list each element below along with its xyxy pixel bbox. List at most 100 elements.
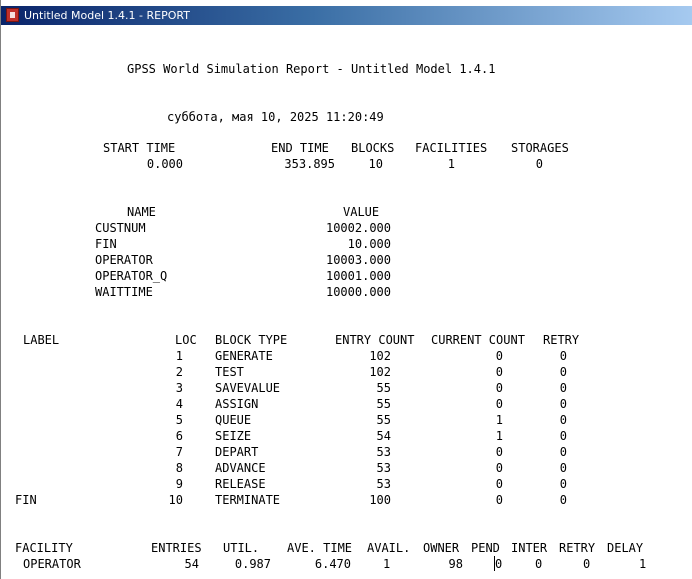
block-row-retry: 0 [559, 397, 567, 411]
block-row-current-count: 0 [495, 365, 503, 379]
block-row-loc: 6 [175, 429, 183, 443]
block-row-current-count: 0 [495, 477, 503, 491]
facility-row-util: 0.987 [234, 557, 271, 571]
name-row-name: OPERATOR [95, 253, 153, 267]
summary-value-start-time: 0.000 [146, 157, 183, 171]
facility-header-retry: RETRY [559, 541, 596, 555]
summary-header-blocks: BLOCKS [351, 141, 395, 155]
block-row-entry-count: 55 [376, 381, 391, 395]
block-row-loc: 5 [175, 413, 183, 427]
summary-header-start-time: START TIME [103, 141, 176, 155]
block-row-label: FIN [15, 493, 37, 507]
blocks-header-block-type: BLOCK TYPE [215, 333, 288, 347]
gpss-report-icon[interactable] [6, 8, 19, 22]
block-row-type: RELEASE [215, 477, 266, 491]
block-row-entry-count: 100 [369, 493, 391, 507]
block-row-current-count: 1 [495, 429, 503, 443]
block-row-retry: 0 [559, 461, 567, 475]
name-row-value: 10003.000 [325, 253, 391, 267]
facility-row-retry: 0 [583, 557, 591, 571]
report-heading: GPSS World Simulation Report - Untitled … [127, 62, 496, 76]
blocks-header-current-count: CURRENT COUNT [431, 333, 525, 347]
facility-row-entries: 54 [184, 557, 199, 571]
blocks-header-retry: RETRY [543, 333, 580, 347]
facility-row-pend: 0 [495, 557, 503, 571]
summary-header-end-time: END TIME [271, 141, 329, 155]
facility-header-ave-time: AVE. TIME [287, 541, 353, 555]
name-row-name: CUSTNUM [95, 221, 146, 235]
summary-value-end-time: 353.895 [284, 157, 335, 171]
block-row-entry-count: 53 [376, 445, 391, 459]
block-row-loc: 1 [175, 349, 183, 363]
block-row-entry-count: 55 [376, 413, 391, 427]
block-row-entry-count: 54 [376, 429, 391, 443]
name-row-value: 10002.000 [325, 221, 391, 235]
facility-row-avail: 1 [383, 557, 391, 571]
block-row-current-count: 0 [495, 493, 503, 507]
name-row-name: WAITTIME [95, 285, 153, 299]
block-row-entry-count: 102 [369, 349, 391, 363]
block-row-type: GENERATE [215, 349, 273, 363]
block-row-type: QUEUE [215, 413, 252, 427]
block-row-loc: 10 [168, 493, 183, 507]
summary-value-facilities: 1 [447, 157, 455, 171]
block-row-retry: 0 [559, 381, 567, 395]
block-row-retry: 0 [559, 445, 567, 459]
names-header-name: NAME [127, 205, 156, 219]
block-row-loc: 2 [175, 365, 183, 379]
block-row-type: TERMINATE [215, 493, 281, 507]
facility-row-delay: 1 [639, 557, 647, 571]
facility-row-inter: 0 [535, 557, 543, 571]
name-row-value: 10.000 [347, 237, 391, 251]
summary-value-blocks: 10 [368, 157, 383, 171]
summary-header-facilities: FACILITIES [415, 141, 488, 155]
name-row-name: FIN [95, 237, 117, 251]
text-cursor [494, 556, 495, 571]
report-text-area[interactable]: GPSS World Simulation Report - Untitled … [1, 25, 692, 579]
facility-header-owner: OWNER [423, 541, 460, 555]
facility-row-name: OPERATOR [23, 557, 81, 571]
block-row-current-count: 0 [495, 461, 503, 475]
facility-header-inter: INTER [511, 541, 548, 555]
block-row-entry-count: 53 [376, 477, 391, 491]
block-row-type: ASSIGN [215, 397, 259, 411]
summary-value-storages: 0 [535, 157, 543, 171]
block-row-type: TEST [215, 365, 244, 379]
block-row-retry: 0 [559, 477, 567, 491]
block-row-loc: 7 [175, 445, 183, 459]
block-row-retry: 0 [559, 493, 567, 507]
window-title: Untitled Model 1.4.1 - REPORT [24, 9, 190, 22]
block-row-current-count: 0 [495, 381, 503, 395]
blocks-header-loc: LOC [175, 333, 197, 347]
blocks-header-entry-count: ENTRY COUNT [335, 333, 415, 347]
block-row-retry: 0 [559, 429, 567, 443]
facility-row-ave-time: 6.470 [314, 557, 351, 571]
title-bar[interactable]: Untitled Model 1.4.1 - REPORT [1, 6, 692, 25]
block-row-retry: 0 [559, 349, 567, 363]
report-window: Untitled Model 1.4.1 - REPORT GPSS World… [0, 0, 692, 579]
block-row-entry-count: 102 [369, 365, 391, 379]
names-header-value: VALUE [343, 205, 380, 219]
facility-row-owner: 98 [448, 557, 463, 571]
block-row-loc: 9 [175, 477, 183, 491]
block-row-retry: 0 [559, 365, 567, 379]
block-row-loc: 4 [175, 397, 183, 411]
block-row-type: DEPART [215, 445, 259, 459]
block-row-type: SEIZE [215, 429, 252, 443]
block-row-current-count: 0 [495, 397, 503, 411]
block-row-loc: 8 [175, 461, 183, 475]
name-row-name: OPERATOR_Q [95, 269, 168, 283]
facility-header-delay: DELAY [607, 541, 644, 555]
facility-header-pend: PEND [471, 541, 500, 555]
facility-header-entries: ENTRIES [151, 541, 202, 555]
facility-header-util: UTIL. [223, 541, 260, 555]
block-row-current-count: 1 [495, 413, 503, 427]
summary-header-storages: STORAGES [511, 141, 569, 155]
block-row-entry-count: 53 [376, 461, 391, 475]
block-row-current-count: 0 [495, 445, 503, 459]
block-row-type: ADVANCE [215, 461, 266, 475]
facility-header-avail: AVAIL. [367, 541, 411, 555]
block-row-type: SAVEVALUE [215, 381, 281, 395]
block-row-loc: 3 [175, 381, 183, 395]
facility-header-facility: FACILITY [15, 541, 73, 555]
